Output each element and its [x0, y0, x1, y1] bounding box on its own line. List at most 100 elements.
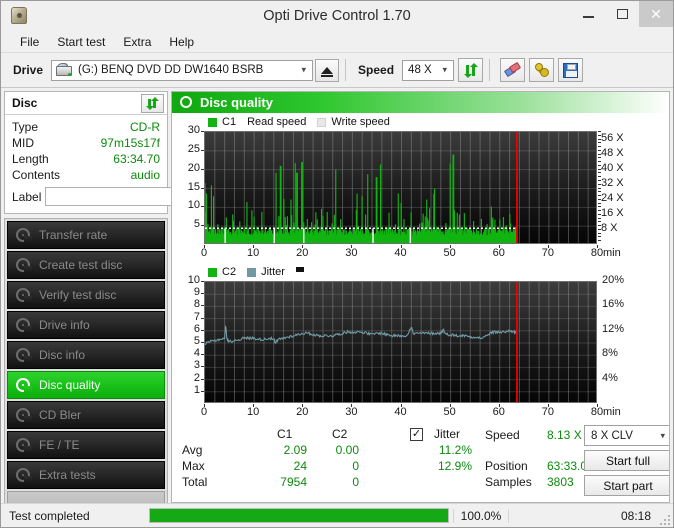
- chart2-tick-label: 30: [339, 406, 363, 418]
- minimize-button[interactable]: [571, 1, 605, 27]
- plug-icon: [534, 63, 550, 78]
- stats-panel: C1 C2 Avg Max Total 2.09 24 7954 0.00 0 …: [172, 425, 669, 497]
- chart1-tick-label: min: [603, 247, 621, 259]
- stats-c1-total: 7954: [265, 475, 307, 489]
- chart2-tick-label: 60: [487, 406, 511, 418]
- chart1-tick-label: 70: [536, 247, 560, 259]
- chart1-minor-tick: [598, 172, 601, 173]
- stats-row-label-total: Total: [182, 475, 207, 489]
- chart1-plot[interactable]: [204, 131, 597, 244]
- eject-button[interactable]: [315, 59, 339, 82]
- sidebar-item-label: Disc info: [39, 348, 85, 362]
- chart2-x-tick: [401, 404, 402, 407]
- disc-info-panel: Disc Type CD-R: [4, 91, 168, 214]
- chart1-minor-tick: [598, 154, 601, 155]
- chart1-tick-label: 20: [174, 162, 200, 174]
- stats-c2-avg: 0.00: [317, 443, 359, 457]
- chart2-x-tick: [302, 404, 303, 407]
- sidebar-item-label: Create test disc: [39, 258, 122, 272]
- chart1-x-tick: [401, 245, 402, 248]
- chart1-tick-label: 8 X: [601, 222, 618, 234]
- menu-item-help[interactable]: Help: [160, 33, 203, 51]
- disc-row-key: MID: [12, 135, 34, 151]
- menu-item-start-test[interactable]: Start test: [48, 33, 114, 51]
- chart1-minor-tick: [598, 184, 601, 185]
- chart2-tick: [201, 293, 204, 294]
- stats-header-c2: C2: [332, 427, 347, 441]
- chart2-x-tick: [597, 404, 598, 407]
- disc-icon: [16, 408, 31, 423]
- chevron-down-icon: ▾: [302, 65, 307, 76]
- sidebar-item-cd-bler[interactable]: CD Bler: [7, 401, 165, 429]
- speed-select[interactable]: 48 X ▾: [402, 60, 454, 81]
- chart1-tick: [201, 206, 204, 207]
- refresh-button[interactable]: [458, 58, 483, 82]
- settings-button[interactable]: [529, 58, 554, 82]
- sidebar-item-create-test-disc[interactable]: Create test disc: [7, 251, 165, 279]
- chart2-svg: [205, 282, 597, 403]
- legend-label-c1: C1: [222, 116, 236, 128]
- menu-item-extra[interactable]: Extra: [114, 33, 160, 51]
- chart2-tick-label: 20: [290, 406, 314, 418]
- close-icon[interactable]: ✕: [639, 1, 673, 27]
- sidebar-item-disc-info[interactable]: Disc info: [7, 341, 165, 369]
- sidebar-item-fe-te[interactable]: FE / TE: [7, 431, 165, 459]
- title-bar: Opti Drive Control 1.70 ✕: [1, 1, 673, 31]
- sidebar-item-transfer-rate[interactable]: Transfer rate: [7, 221, 165, 249]
- page-title: Disc quality: [200, 95, 273, 110]
- sidebar-item-verify-test-disc[interactable]: Verify test disc: [7, 281, 165, 309]
- maximize-button[interactable]: [605, 1, 639, 27]
- sidebar-item-label: Verify test disc: [39, 288, 116, 302]
- status-text: Test completed: [9, 509, 149, 523]
- chart1-x-tick: [204, 245, 205, 248]
- disc-icon: [16, 318, 31, 333]
- jitter-checkbox[interactable]: ✓: [410, 428, 423, 441]
- disc-row-key: Type: [12, 119, 38, 135]
- chart1-minor-tick: [598, 176, 601, 177]
- chart1-x-tick: [548, 245, 549, 248]
- toolbar: Drive (G:) BENQ DVD DD DW1640 BSRB ▾ Spe…: [1, 53, 673, 88]
- sidebar-item-extra-tests[interactable]: Extra tests: [7, 461, 165, 489]
- drive-select[interactable]: (G:) BENQ DVD DD DW1640 BSRB ▾: [51, 60, 313, 81]
- main-body: Disc Type CD-R: [1, 88, 673, 503]
- chart1-minor-tick: [598, 225, 601, 226]
- chart1-tick-label: 15: [174, 181, 200, 193]
- chart1-minor-tick: [598, 139, 601, 140]
- jitter-label: Jitter: [434, 427, 460, 441]
- chart2-tick-label: 4%: [602, 372, 618, 384]
- legend-label-c2: C2: [222, 266, 236, 278]
- speed-select-value: 48 X: [408, 64, 432, 76]
- chart1-tick-label: 50: [438, 247, 462, 259]
- erase-button[interactable]: [500, 58, 525, 82]
- disc-refresh-button[interactable]: [141, 94, 164, 113]
- legend-swatch-jitter: [247, 268, 256, 277]
- chart2-plot[interactable]: [204, 281, 597, 403]
- disc-icon: [16, 288, 31, 303]
- chart1-minor-tick: [598, 146, 601, 147]
- chart2-tick-label: 9: [174, 286, 200, 298]
- write-strategy-select[interactable]: 8 X CLV ▾: [584, 425, 670, 446]
- legend-label-write-speed: Write speed: [331, 116, 390, 128]
- chart1-x-tick: [351, 245, 352, 248]
- chart2-x-tick: [499, 404, 500, 407]
- test-nav-list: Transfer rate Create test disc Verify te…: [4, 218, 168, 503]
- sidebar-item-drive-info[interactable]: Drive info: [7, 311, 165, 339]
- save-button[interactable]: [558, 58, 583, 82]
- start-part-button[interactable]: Start part: [584, 475, 670, 496]
- start-full-button[interactable]: Start full: [584, 450, 670, 471]
- chart2-tick: [201, 330, 204, 331]
- sidebar-item-disc-quality[interactable]: Disc quality: [7, 371, 165, 399]
- panel-header: Disc quality: [172, 92, 669, 113]
- info-value-samples: 3803: [547, 475, 574, 489]
- chart-c1-read-speed: C1 Read speed Write speed 510152025308 X…: [172, 115, 669, 265]
- legend-marker-box: [296, 267, 304, 272]
- menu-item-file[interactable]: File: [11, 33, 48, 51]
- save-icon: [563, 63, 578, 78]
- drive-select-value: (G:) BENQ DVD DD DW1640 BSRB: [78, 64, 263, 76]
- resize-grip[interactable]: [658, 513, 670, 525]
- chart1-minor-tick: [598, 180, 601, 181]
- chart2-tick-label: min: [603, 406, 621, 418]
- disc-row-value: CD-R: [130, 119, 160, 135]
- disc-icon: [180, 96, 193, 109]
- chart1-tick-label: 16 X: [601, 207, 624, 219]
